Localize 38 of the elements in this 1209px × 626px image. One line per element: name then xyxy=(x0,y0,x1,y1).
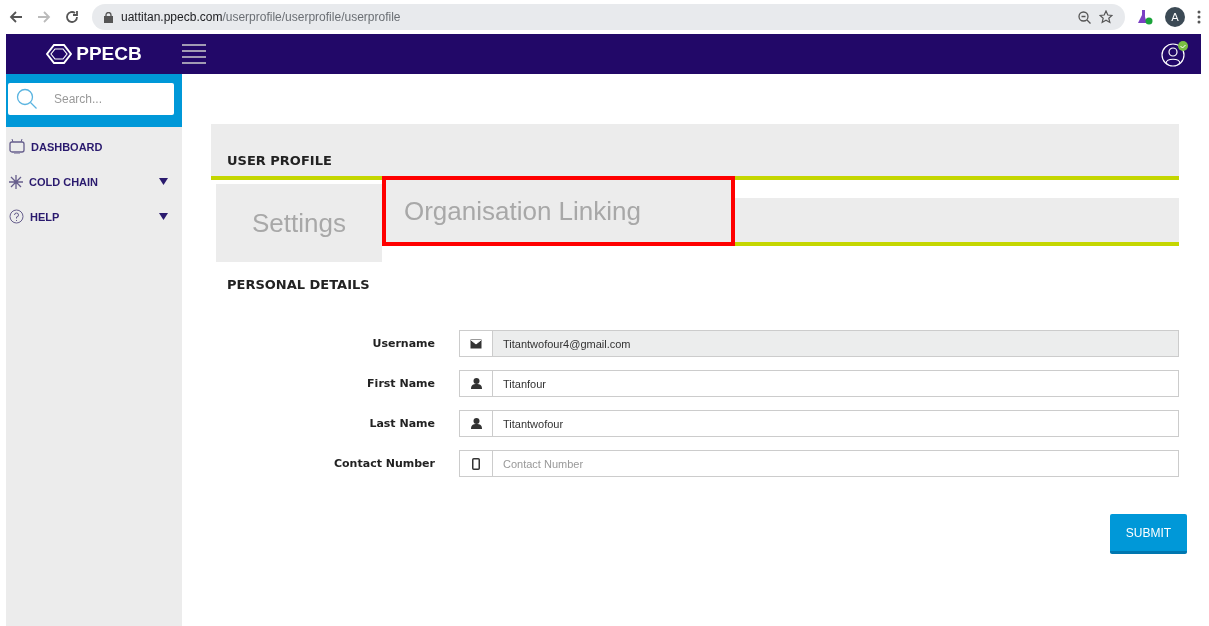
section-title: PERSONAL DETAILS xyxy=(227,277,371,292)
profile-avatar[interactable]: A xyxy=(1165,7,1185,27)
caret-icon xyxy=(159,213,168,220)
url-host: uattitan.ppecb.com xyxy=(121,10,223,24)
search-box[interactable]: Search... xyxy=(8,83,174,115)
sidebar-item[interactable]: COLD CHAIN xyxy=(6,164,182,199)
sidebar-item[interactable]: DASHBOARD xyxy=(6,129,182,164)
logo-icon xyxy=(46,44,73,64)
input-field[interactable]: Contact Number xyxy=(493,450,1179,477)
field-label: Username xyxy=(371,337,435,350)
menu-icon[interactable] xyxy=(182,44,206,64)
more-icon[interactable] xyxy=(1197,10,1201,24)
input-field[interactable]: Titanfour xyxy=(493,370,1179,397)
star-icon[interactable] xyxy=(1099,10,1113,24)
monitor-icon xyxy=(9,139,25,154)
phone-icon xyxy=(472,457,480,470)
logo-text: PPECB xyxy=(76,43,142,65)
field-label: Contact Number xyxy=(333,457,435,470)
input-field[interactable]: Titantwofour xyxy=(493,410,1179,437)
lock-icon xyxy=(104,11,113,23)
sidebar-item[interactable]: HELP xyxy=(6,199,182,234)
zoom-icon[interactable] xyxy=(1078,10,1091,24)
envelope-icon xyxy=(470,338,482,349)
field-label: First Name xyxy=(366,377,435,390)
person-icon xyxy=(470,378,482,389)
back-icon[interactable] xyxy=(8,9,24,25)
caret-icon xyxy=(159,178,168,185)
address-bar[interactable]: uattitan.ppecb.com/userprofile/userprofile/userprofile xyxy=(92,4,1125,30)
person-icon xyxy=(470,418,482,429)
url-path: /userprofile/userprofile/userprofile xyxy=(222,10,401,24)
page-title: USER PROFILE xyxy=(227,153,332,168)
search-icon xyxy=(16,88,38,110)
user-icon[interactable] xyxy=(1161,41,1189,67)
snowflake-icon xyxy=(9,174,23,189)
help-icon xyxy=(9,209,24,224)
flask-icon[interactable] xyxy=(1137,9,1153,25)
field-label: Last Name xyxy=(368,417,435,430)
reload-icon[interactable] xyxy=(64,9,80,25)
